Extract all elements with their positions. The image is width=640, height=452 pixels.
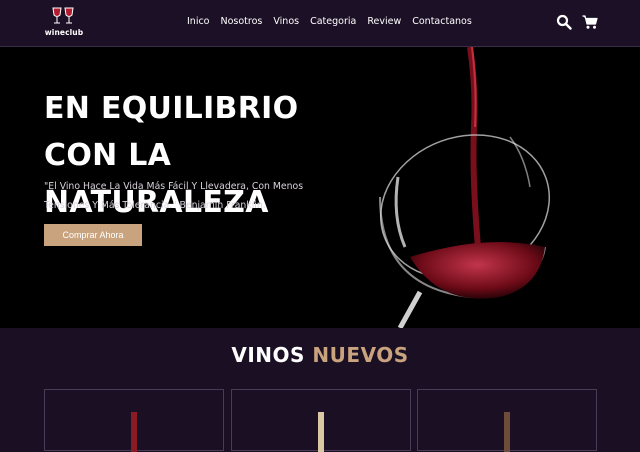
- nav-contactanos[interactable]: Contactanos: [412, 15, 472, 29]
- product-card[interactable]: [231, 389, 411, 452]
- section-title-accent: NUEVOS: [312, 343, 409, 367]
- wine-glass-image: [379, 47, 551, 328]
- product-card[interactable]: [417, 389, 597, 452]
- header-icons: [556, 14, 598, 30]
- product-card[interactable]: [44, 389, 224, 452]
- main-nav: Inico Nosotros Vinos Categoria Review Co…: [187, 15, 483, 29]
- wine-glasses-icon: [52, 7, 74, 24]
- nav-nosotros[interactable]: Nosotros: [221, 15, 263, 29]
- logo-text: wineclub: [44, 28, 84, 37]
- nav-inicio[interactable]: Inico: [187, 15, 210, 29]
- buy-now-button[interactable]: Comprar Ahora: [44, 224, 142, 246]
- bottle-image: [504, 412, 510, 452]
- nav-review[interactable]: Review: [367, 15, 401, 29]
- logo[interactable]: wineclub: [44, 6, 84, 40]
- bottle-image: [318, 412, 324, 452]
- hero-banner: EN EQUILIBRIO CON LA NATURALEZA "El Vino…: [0, 47, 640, 328]
- nav-categoria[interactable]: Categoria: [310, 15, 356, 29]
- cart-icon[interactable]: [582, 14, 598, 30]
- header: wineclub Inico Nosotros Vinos Categoria …: [0, 0, 640, 47]
- hero-quote: "El Vino Hace La Vida Más Fácil Y Llevad…: [44, 181, 304, 211]
- search-icon[interactable]: [556, 14, 572, 30]
- bottle-image: [131, 412, 137, 452]
- section-title: VINOS NUEVOS: [0, 343, 640, 367]
- section-title-main: VINOS: [231, 343, 305, 367]
- nav-vinos[interactable]: Vinos: [273, 15, 299, 29]
